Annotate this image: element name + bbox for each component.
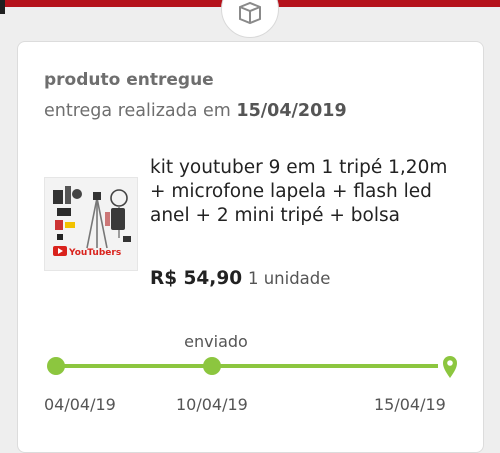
timeline-date-delivered: 15/04/19 xyxy=(374,395,446,414)
timeline-progress-fill xyxy=(56,364,438,368)
delivery-prefix: entrega realizada em xyxy=(44,101,231,121)
tracking-timeline xyxy=(47,356,457,378)
product-thumbnail[interactable]: YouTubers xyxy=(44,177,138,271)
timeline-shipped-label: enviado xyxy=(184,332,248,351)
top-left-marker xyxy=(0,0,5,14)
product-price-line: R$ 54,90 1 unidade xyxy=(150,268,330,289)
thumbnail-brand-text: YouTubers xyxy=(68,248,121,258)
product-kit-illustration: YouTubers xyxy=(53,186,131,258)
product-quantity: 1 unidade xyxy=(247,269,331,288)
product-name[interactable]: kit youtuber 9 em 1 tripé 1,20m + microf… xyxy=(150,156,460,228)
package-badge xyxy=(221,0,279,38)
location-pin-icon xyxy=(443,356,457,378)
timeline-date-ordered: 04/04/19 xyxy=(44,395,116,414)
delivery-info: entrega realizada em 15/04/2019 xyxy=(44,101,347,121)
timeline-dot-ordered xyxy=(47,357,65,375)
package-box-icon xyxy=(239,1,261,25)
delivery-date: 15/04/2019 xyxy=(236,101,347,121)
timeline-dot-shipped xyxy=(203,357,221,375)
product-price: R$ 54,90 xyxy=(150,268,243,289)
timeline-date-shipped: 10/04/19 xyxy=(176,395,248,414)
order-status-title: produto entregue xyxy=(44,70,214,90)
